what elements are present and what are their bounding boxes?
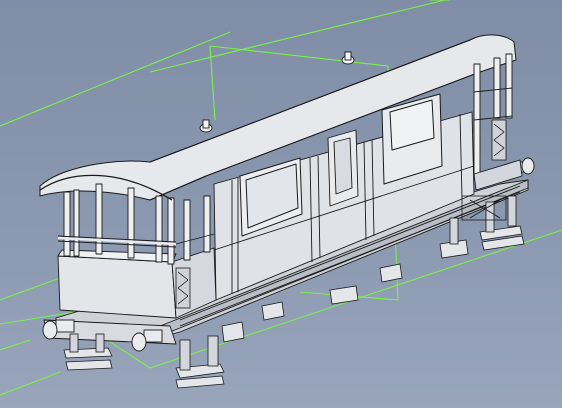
cad-3d-viewport[interactable] (0, 0, 562, 408)
viewport-canvas (0, 0, 562, 396)
